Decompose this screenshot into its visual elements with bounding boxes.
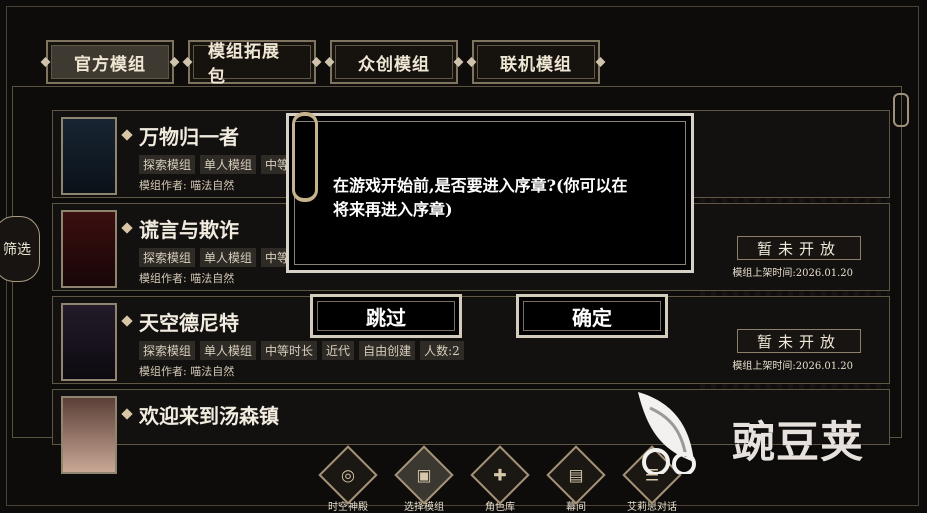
mod-tag: 中等时长 (261, 341, 318, 360)
target-icon: ◎ (318, 445, 378, 505)
mod-thumbnail (61, 210, 117, 288)
mod-tabs: 官方模组 模组拓展包 众创模组 联机模组 (40, 40, 606, 87)
mod-tag: 单人模组 (200, 248, 257, 267)
tab-multiplayer-mods[interactable]: 联机模组 (466, 40, 606, 84)
mod-tag: 自由创建 (359, 341, 416, 360)
tab-label: 众创模组 (358, 54, 430, 75)
filter-button[interactable]: 筛选 (0, 216, 40, 282)
mod-tag: 探索模组 (139, 248, 196, 267)
dialog-message: 在游戏开始前,是否要进入序章?(你可以在将来再进入序章) (333, 176, 628, 219)
mod-tags: 探索模组 单人模组 中等 (139, 248, 294, 267)
mod-title: 欢迎来到汤森镇 (139, 404, 279, 428)
mod-author: 模组作者: 喵法自然 (139, 272, 235, 285)
mod-tags: 探索模组 单人模组 中等时长 近代 自由创建 人数:2 (139, 341, 464, 360)
title-diamond-icon (121, 408, 133, 420)
mod-tag: 单人模组 (200, 155, 257, 174)
mod-tag: 人数:2 (420, 341, 464, 360)
mod-tag: 单人模组 (200, 341, 257, 360)
filter-label: 筛选 (3, 242, 31, 258)
tab-label: 模组拓展包 (208, 42, 280, 87)
skip-button[interactable]: 跳过 (310, 294, 462, 338)
mod-title: 谎言与欺诈 (139, 218, 239, 242)
mod-author: 模组作者: 喵法自然 (139, 365, 235, 378)
confirm-label: 确定 (572, 305, 612, 330)
release-time: 模组上架时间:2026.01.20 (732, 268, 853, 279)
mod-tag: 探索模组 (139, 341, 196, 360)
mod-tag: 近代 (322, 341, 355, 360)
tab-official-mods[interactable]: 官方模组 (40, 40, 180, 84)
tab-community-mods[interactable]: 众创模组 (324, 40, 464, 84)
tab-label: 联机模组 (500, 54, 572, 75)
watermark-text: 豌豆荚 (732, 418, 864, 468)
cards-icon: ▣ (394, 445, 454, 505)
status-badge: 暂未开放 (737, 236, 861, 260)
title-diamond-icon (121, 129, 133, 141)
status-badge: 暂未开放 (737, 329, 861, 353)
mod-title: 天空德尼特 (139, 311, 239, 335)
tab-label: 官方模组 (74, 54, 146, 75)
mod-card[interactable]: 天空德尼特 探索模组 单人模组 中等时长 近代 自由创建 人数:2 模组作者: 喵法自然 … (52, 296, 890, 384)
bean-logo-icon (638, 392, 696, 474)
nav-select-mod[interactable]: ▣ 选择模组 (394, 445, 454, 513)
prologue-dialog: 在游戏开始前,是否要进入序章?(你可以在将来再进入序章) (286, 113, 694, 273)
paperclip-icon (292, 112, 318, 202)
release-time: 模组上架时间:2026.01.20 (732, 361, 853, 372)
nav-time-temple[interactable]: ◎ 时空神殿 (318, 445, 378, 513)
nav-interlude[interactable]: ▤ 幕间 (546, 445, 606, 513)
confirm-button[interactable]: 确定 (516, 294, 668, 338)
mod-tag: 探索模组 (139, 155, 196, 174)
watermark: 豌豆荚 (628, 374, 927, 494)
stage-icon: ▤ (546, 445, 606, 505)
skip-label: 跳过 (366, 305, 406, 330)
title-diamond-icon (121, 222, 133, 234)
mod-title: 万物归一者 (139, 125, 239, 149)
mod-author: 模组作者: 喵法自然 (139, 179, 235, 192)
mod-thumbnail (61, 117, 117, 195)
title-diamond-icon (121, 315, 133, 327)
tab-expansion-packs[interactable]: 模组拓展包 (182, 40, 322, 87)
mod-thumbnail (61, 303, 117, 381)
mod-tags: 探索模组 单人模组 中等 (139, 155, 294, 174)
nav-character-library[interactable]: ✚ 角色库 (470, 445, 530, 513)
mod-thumbnail (61, 396, 117, 474)
character-icon: ✚ (470, 445, 530, 505)
scrollbar[interactable] (893, 93, 909, 127)
